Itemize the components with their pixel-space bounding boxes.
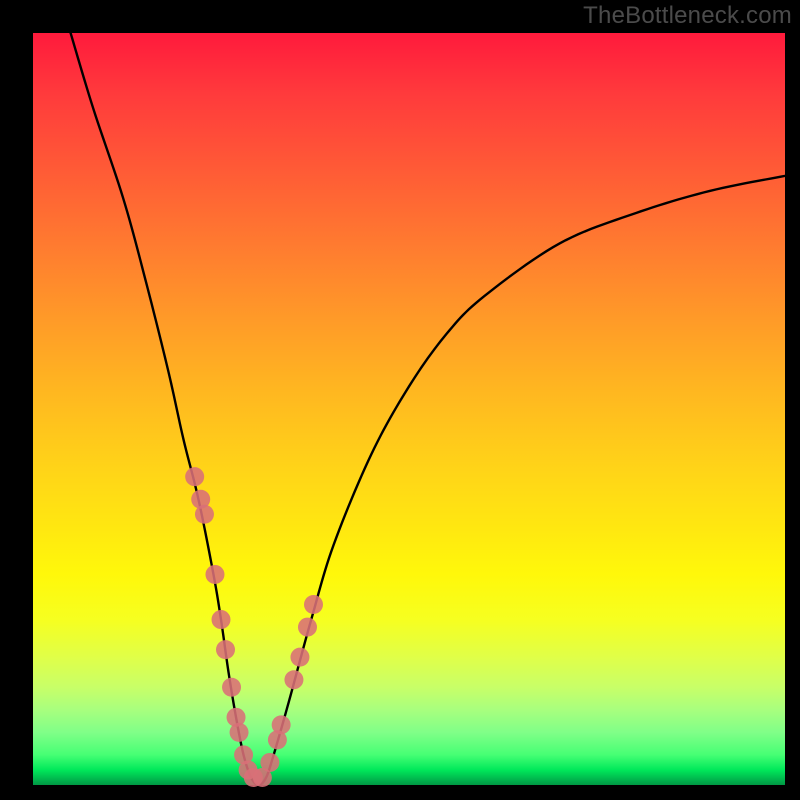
curve-group [71,33,785,785]
data-point [298,618,317,637]
data-point [284,670,303,689]
data-point [272,715,291,734]
data-point [222,678,241,697]
highlight-points-right [253,595,323,787]
highlight-points-left [185,467,263,787]
bottleneck-curve [71,33,785,785]
chart-svg [33,33,785,785]
data-point [212,610,231,629]
data-point [185,467,204,486]
data-point [216,640,235,659]
data-point [195,505,214,524]
chart-frame: TheBottleneck.com [0,0,800,800]
data-point [230,723,249,742]
data-point [205,565,224,584]
watermark-text: TheBottleneck.com [583,2,792,30]
data-point [260,753,279,772]
plot-area [33,33,785,785]
data-point [290,648,309,667]
data-point [304,595,323,614]
